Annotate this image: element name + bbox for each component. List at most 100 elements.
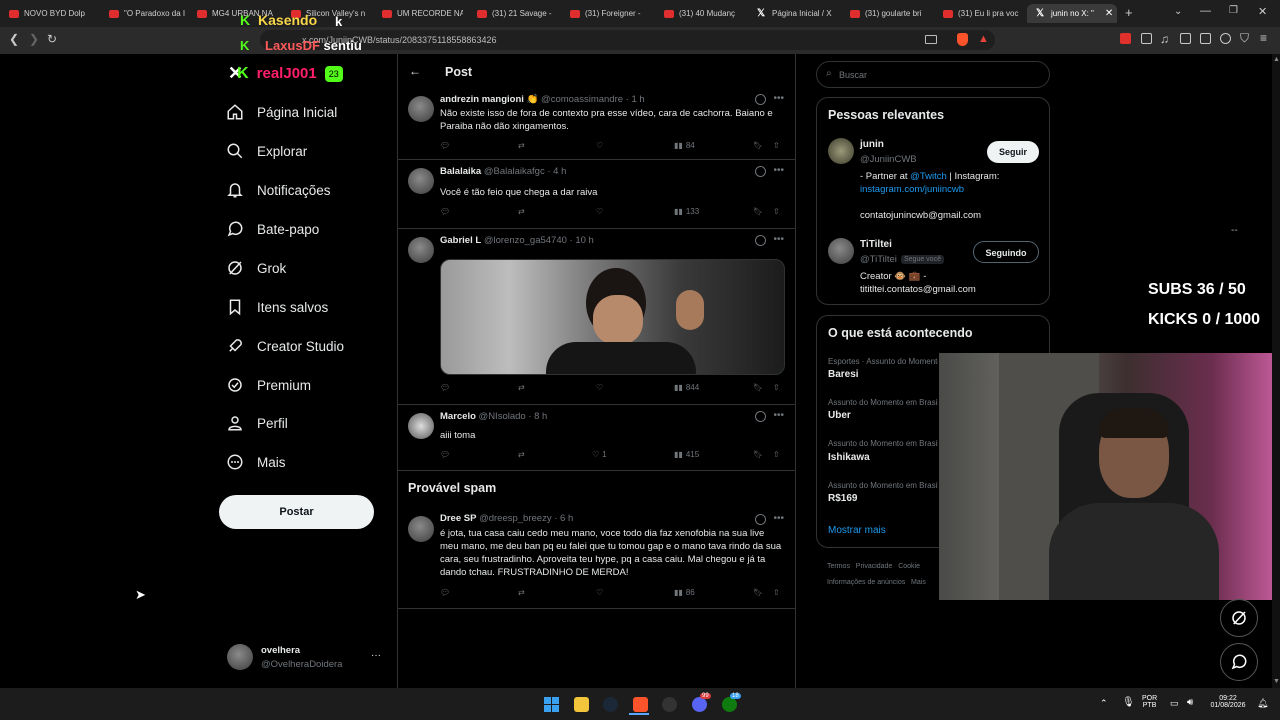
media-app-icon[interactable] — [662, 697, 677, 712]
bio-link[interactable]: instagram.com/juniincwb — [860, 184, 964, 195]
more-icon[interactable]: ••• — [773, 513, 784, 524]
views-button[interactable]: ▮▮ 86 — [674, 588, 695, 597]
author-name[interactable]: Gabriel L — [440, 235, 481, 246]
browser-tab[interactable]: UM RECORDE NA — [373, 4, 463, 23]
wallet-icon[interactable] — [1200, 33, 1211, 44]
browser-tab[interactable]: (31) 40 Mudanç — [655, 4, 743, 23]
browser-tab[interactable]: (31) goularte bri — [841, 4, 931, 23]
avatar[interactable] — [828, 138, 854, 164]
retweet-icon[interactable]: ⇄ — [518, 383, 525, 392]
account-more-icon[interactable]: ··· — [371, 650, 381, 661]
network-icon[interactable]: ▭ — [1170, 698, 1179, 709]
more-icon[interactable]: ••• — [773, 410, 784, 421]
views-button[interactable]: ▮▮ 415 — [674, 450, 699, 459]
views-button[interactable]: ▮▮ 844 — [674, 383, 699, 392]
clock[interactable]: 09:22 01/08/2026 — [1206, 695, 1250, 709]
language-indicator[interactable]: POR PTB — [1142, 695, 1157, 709]
browser-tab[interactable]: (31) Foreigner - — [561, 4, 649, 23]
share-icon[interactable]: ⇧ — [773, 383, 780, 392]
author-handle[interactable]: @lorenzo_ga54740 — [484, 235, 567, 246]
bio-link[interactable]: @Twitch — [910, 171, 947, 182]
minimize-icon[interactable]: — — [1200, 5, 1211, 17]
share-icon[interactable]: ⇧ — [773, 450, 780, 459]
person-handle[interactable]: @TiTiltei — [860, 254, 897, 265]
person-name[interactable]: TiTiltei — [860, 239, 892, 250]
sidebar-item-grok[interactable]: Grok — [226, 256, 286, 280]
tweet-time[interactable]: · 8 h — [528, 411, 547, 422]
grok-float-button[interactable] — [1220, 599, 1258, 637]
sidebar-item-premium[interactable]: Premium — [226, 373, 311, 397]
share-icon[interactable]: ⇧ — [773, 207, 780, 216]
tweet-time[interactable]: · 1 h — [626, 94, 645, 105]
author-name[interactable]: andrezin mangioni 👏 — [440, 94, 538, 105]
views-button[interactable]: ▮▮ 133 — [674, 207, 699, 216]
tweet-photo[interactable] — [440, 259, 785, 375]
notifications-bell-icon[interactable]: 🔔︎ — [1257, 698, 1268, 709]
more-icon[interactable]: ••• — [773, 234, 784, 245]
spam-tweet[interactable]: Dree SP @dreesp_breezy · 6 h ••• é jota,… — [397, 508, 796, 609]
menu-icon[interactable]: ≡ — [1260, 31, 1267, 45]
leo-icon[interactable] — [1220, 33, 1231, 44]
person-handle[interactable]: @JuniinCWB — [860, 154, 917, 165]
share-icon[interactable]: ⇧ — [773, 141, 780, 150]
new-tab-icon[interactable]: + — [1125, 5, 1133, 20]
tweet-time[interactable]: · 4 h — [547, 166, 566, 177]
discord-icon[interactable] — [692, 697, 707, 712]
browser-tab[interactable]: (31) 21 Savage - — [468, 4, 556, 23]
xbox-icon[interactable] — [722, 697, 737, 712]
scroll-down-icon[interactable]: ▼ — [1273, 678, 1280, 685]
show-more-link[interactable]: Mostrar mais — [828, 525, 886, 536]
retweet-icon[interactable]: ⇄ — [518, 141, 525, 150]
sidebar-item-profile[interactable]: Perfil — [226, 411, 288, 435]
tray-overflow-icon[interactable]: ⌃ — [1100, 698, 1108, 709]
sidebar-item-bookmarks[interactable]: Itens salvos — [226, 295, 328, 319]
bookmark-icon[interactable]: 🔖︎ — [753, 450, 763, 459]
browser-tab[interactable]: (31) Eu li pra voc — [934, 4, 1022, 23]
retweet-icon[interactable]: ⇄ — [518, 588, 525, 597]
reply-icon[interactable]: 💬︎ — [440, 450, 450, 459]
author-handle[interactable]: @dreesp_breezy — [479, 513, 552, 524]
messages-float-button[interactable] — [1220, 643, 1258, 681]
grok-icon[interactable] — [755, 94, 766, 105]
brave-icon[interactable] — [633, 697, 648, 712]
bookmark-icon[interactable]: 🔖︎ — [753, 207, 763, 216]
scroll-up-icon[interactable]: ▲ — [1273, 56, 1280, 63]
extensions-icon[interactable] — [1141, 33, 1152, 44]
reload-icon[interactable]: ↻ — [47, 32, 57, 46]
reply-tweet[interactable]: Gabriel L @lorenzo_ga54740 · 10 h ••• 💬︎… — [397, 229, 796, 405]
browser-tab[interactable]: NOVO BYD Dolp — [0, 4, 107, 23]
browser-tab-active[interactable]: 𝕏junin no X: " ✕ — [1027, 4, 1117, 23]
reply-tweet[interactable]: Marcelo @NIsolado · 8 h ••• aiii toma 💬︎… — [397, 405, 796, 471]
scrollbar[interactable]: ▲ ▼ — [1272, 54, 1280, 688]
close-window-icon[interactable]: ✕ — [1258, 5, 1267, 18]
brave-rewards-icon[interactable]: ▲ — [978, 33, 989, 45]
file-explorer-icon[interactable] — [574, 697, 589, 712]
footer-links[interactable]: Termos Privacidade Cookie — [827, 563, 920, 570]
back-arrow-icon[interactable]: ← — [409, 64, 421, 78]
sidebar-icon[interactable] — [1180, 33, 1191, 44]
forward-icon[interactable]: ❯ — [29, 32, 39, 46]
grok-icon[interactable] — [755, 514, 766, 525]
microphone-icon[interactable]: 🎙︎ — [1122, 697, 1135, 708]
reply-icon[interactable]: 💬︎ — [440, 588, 450, 597]
grok-icon[interactable] — [755, 235, 766, 246]
tab-list-icon[interactable]: ⌄ — [1174, 6, 1182, 17]
person-name[interactable]: junin — [860, 139, 884, 150]
views-button[interactable]: ▮▮ 84 — [674, 141, 695, 150]
back-icon[interactable]: ❮ — [9, 32, 19, 46]
retweet-icon[interactable]: ⇄ — [518, 450, 525, 459]
follow-button[interactable]: Seguir — [987, 141, 1039, 163]
author-name[interactable]: Dree SP — [440, 513, 476, 524]
author-handle[interactable]: @comoassimandre — [541, 94, 623, 105]
close-tab-icon[interactable]: ✕ — [1105, 8, 1113, 19]
like-button[interactable]: ♡ 1 — [592, 450, 607, 459]
steam-icon[interactable] — [603, 697, 618, 712]
author-handle[interactable]: @Balalaikafgc — [484, 166, 545, 177]
author-name[interactable]: Marcelo — [440, 411, 476, 422]
brand-logo[interactable]: ✕ K realJ001 23 — [228, 63, 343, 84]
grok-icon[interactable] — [755, 166, 766, 177]
brave-shield-icon[interactable] — [957, 33, 968, 46]
sidebar-item-explore[interactable]: Explorar — [226, 139, 307, 163]
trend-name[interactable]: R$169 — [828, 493, 857, 504]
like-icon[interactable]: ♡ — [596, 141, 603, 150]
